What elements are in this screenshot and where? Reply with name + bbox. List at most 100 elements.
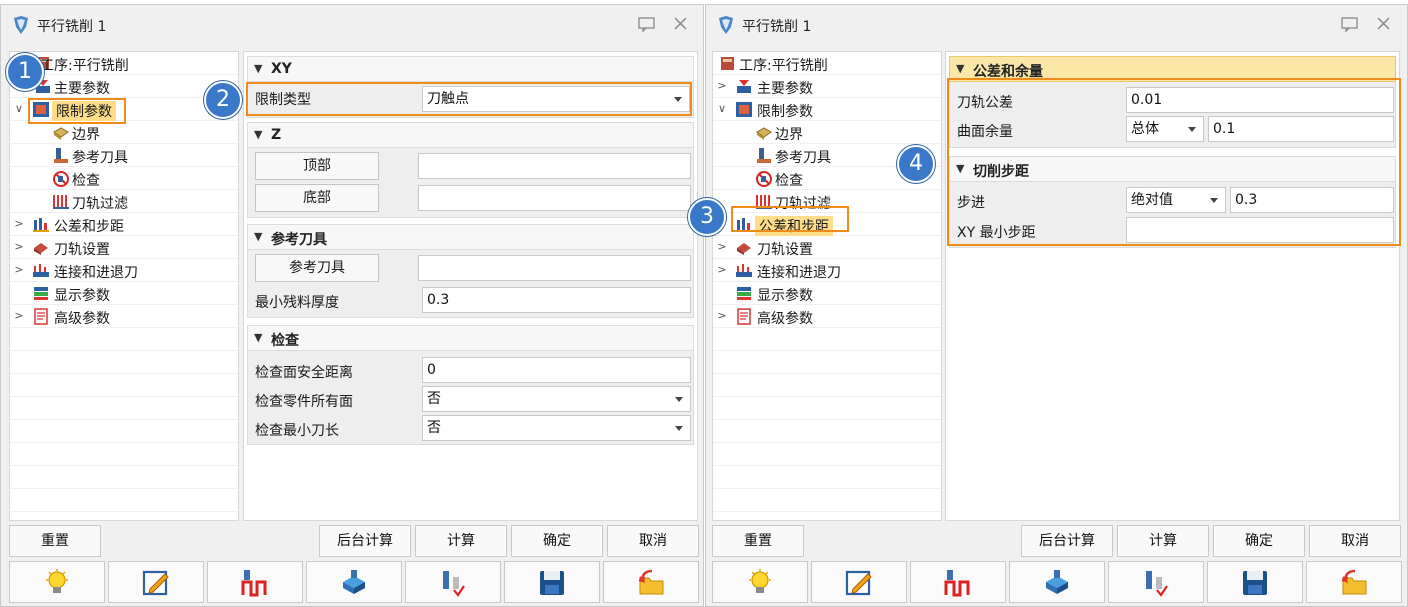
- tree-item-label: 刀轨过滤: [72, 196, 128, 212]
- tree-item-path-settings[interactable]: > 刀轨设置: [10, 236, 238, 259]
- calc-button[interactable]: 计算: [415, 525, 507, 557]
- tool-path-icon: [241, 570, 267, 597]
- limit-type-label: 限制类型: [255, 92, 311, 108]
- reset-button[interactable]: 重置: [712, 525, 804, 557]
- chat-icon[interactable]: [1340, 15, 1360, 33]
- chat-icon[interactable]: [637, 15, 657, 33]
- xy-min-step-field[interactable]: [1126, 217, 1394, 243]
- edit-button[interactable]: [811, 561, 907, 603]
- section-title: 检查: [271, 333, 299, 349]
- collapse-icon[interactable]: ▼: [956, 62, 964, 75]
- tool-path-button[interactable]: [910, 561, 1006, 603]
- tree-item-advanced[interactable]: > 高级参数: [10, 305, 238, 328]
- tree-item-boundary[interactable]: 边界: [713, 121, 941, 144]
- tree-item-path-filter[interactable]: 刀轨过滤: [713, 190, 941, 213]
- section-check-header[interactable]: ▼ 检查: [247, 325, 694, 351]
- step-mode-select[interactable]: 绝对值: [1126, 187, 1226, 213]
- bottom-field[interactable]: [418, 185, 691, 211]
- step-field[interactable]: 0.3: [1230, 187, 1394, 213]
- collapse-icon[interactable]: ▼: [254, 62, 262, 75]
- top-button[interactable]: 顶部: [255, 152, 379, 180]
- safe-dist-field[interactable]: 0: [422, 357, 691, 383]
- tree-item-operation[interactable]: 工序:平行铣削: [10, 52, 238, 75]
- tree-empty-row: [713, 443, 941, 466]
- chevron-right-icon[interactable]: >: [716, 309, 728, 323]
- chevron-down-icon[interactable]: ∨: [716, 102, 728, 116]
- surface-stock-field[interactable]: 0.1: [1208, 116, 1394, 142]
- chevron-right-icon[interactable]: >: [13, 217, 25, 231]
- tree-item-path-settings[interactable]: > 刀轨设置: [713, 236, 941, 259]
- tree-item-display[interactable]: 显示参数: [10, 282, 238, 305]
- chevron-right-icon[interactable]: >: [716, 79, 728, 93]
- min-len-select[interactable]: 否: [422, 415, 691, 441]
- background-calc-button[interactable]: 后台计算: [1021, 525, 1113, 557]
- edit-button[interactable]: [108, 561, 204, 603]
- tree-item-boundary[interactable]: 边界: [10, 121, 238, 144]
- tool-holder-button[interactable]: [306, 561, 402, 603]
- reset-button[interactable]: 重置: [9, 525, 101, 557]
- tree-item-tolerance[interactable]: 公差和步距: [713, 213, 941, 236]
- section-ref-tool-header[interactable]: ▼ 参考刀具: [247, 224, 694, 250]
- ref-tool-button[interactable]: 参考刀具: [255, 254, 379, 282]
- hint-button[interactable]: [712, 561, 808, 603]
- save-button[interactable]: [1207, 561, 1303, 603]
- parameter-tree: 工序:平行铣削 主要参数 ∨ 限制参数 边界 参考刀具 检查 刀轨过滤 > 公差…: [9, 51, 239, 521]
- tree-item-link-lead[interactable]: > 连接和进退刀: [10, 259, 238, 282]
- limit-type-select[interactable]: 刀触点: [422, 86, 690, 112]
- top-field[interactable]: [418, 153, 691, 179]
- tree-item-path-filter[interactable]: 刀轨过滤: [10, 190, 238, 213]
- hint-button[interactable]: [9, 561, 105, 603]
- close-icon[interactable]: [1374, 15, 1394, 33]
- safe-dist-label: 检查面安全距离: [255, 365, 353, 381]
- tool-check-button[interactable]: [1108, 561, 1204, 603]
- collapse-icon[interactable]: ▼: [254, 331, 262, 344]
- chevron-right-icon[interactable]: >: [13, 240, 25, 254]
- tree-item-label: 工序:平行铣削: [40, 58, 129, 74]
- tree-item-advanced[interactable]: > 高级参数: [713, 305, 941, 328]
- ref-tool-field[interactable]: [418, 255, 691, 281]
- tool-check-button[interactable]: [405, 561, 501, 603]
- collapse-icon[interactable]: ▼: [956, 162, 964, 175]
- cancel-button[interactable]: 取消: [607, 525, 699, 557]
- chevron-right-icon[interactable]: >: [13, 263, 25, 277]
- min-stock-field[interactable]: 0.3: [422, 287, 691, 313]
- tolerance-icon: [33, 218, 49, 232]
- collapse-icon[interactable]: ▼: [254, 230, 262, 243]
- chevron-right-icon[interactable]: >: [716, 240, 728, 254]
- tree-item-operation[interactable]: 工序:平行铣削: [713, 52, 941, 75]
- chevron-right-icon[interactable]: >: [716, 263, 728, 277]
- ok-button[interactable]: 确定: [511, 525, 603, 557]
- tree-item-ref-tool[interactable]: 参考刀具: [10, 144, 238, 167]
- display-params-icon: [737, 287, 751, 300]
- undo-button[interactable]: [603, 561, 699, 603]
- surface-stock-mode-select[interactable]: 总体: [1126, 116, 1204, 142]
- chevron-right-icon[interactable]: >: [13, 309, 25, 323]
- section-z-header[interactable]: ▼ Z: [247, 122, 694, 148]
- all-faces-select[interactable]: 否: [422, 386, 691, 412]
- section-title: 公差和余量: [973, 64, 1043, 80]
- undo-button[interactable]: [1306, 561, 1402, 603]
- section-xy-header[interactable]: ▼ XY: [247, 56, 694, 82]
- close-icon[interactable]: [671, 15, 691, 33]
- tree-item-link-lead[interactable]: > 连接和进退刀: [713, 259, 941, 282]
- ok-button[interactable]: 确定: [1213, 525, 1305, 557]
- collapse-icon[interactable]: ▼: [254, 128, 262, 141]
- background-calc-button[interactable]: 后台计算: [319, 525, 411, 557]
- save-button[interactable]: [504, 561, 600, 603]
- tree-item-display[interactable]: 显示参数: [713, 282, 941, 305]
- tree-empty-row: [10, 466, 238, 489]
- bottom-button[interactable]: 底部: [255, 184, 379, 212]
- section-tolerance-header[interactable]: ▼ 公差和余量: [949, 56, 1396, 82]
- tree-item-check[interactable]: 检查: [10, 167, 238, 190]
- cancel-button[interactable]: 取消: [1309, 525, 1401, 557]
- tool-path-button[interactable]: [207, 561, 303, 603]
- tree-item-limit-params[interactable]: ∨ 限制参数: [713, 98, 941, 121]
- chevron-down-icon[interactable]: ∨: [13, 102, 25, 116]
- path-settings-icon: [737, 243, 751, 255]
- tool-holder-button[interactable]: [1009, 561, 1105, 603]
- calc-button[interactable]: 计算: [1117, 525, 1209, 557]
- path-tol-field[interactable]: 0.01: [1126, 87, 1394, 113]
- section-stepover-header[interactable]: ▼ 切削步距: [949, 156, 1396, 182]
- tree-item-main-params[interactable]: > 主要参数: [713, 75, 941, 98]
- tree-item-tolerance[interactable]: > 公差和步距: [10, 213, 238, 236]
